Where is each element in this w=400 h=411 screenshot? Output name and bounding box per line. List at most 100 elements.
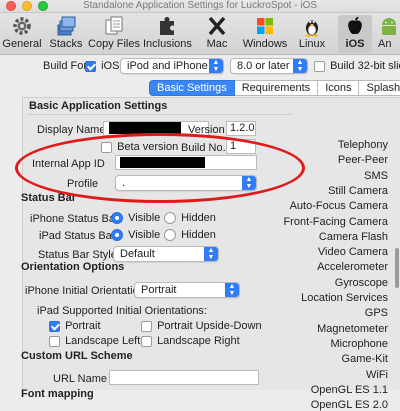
landscape-right-checkbox[interactable] [141, 335, 152, 347]
iphone-initial-orientation-select[interactable]: Portrait ▲ ▼ [134, 282, 240, 298]
toolbar-linux[interactable]: Linux [296, 15, 328, 53]
window-title: Standalone Application Settings for Luck… [82, 0, 318, 11]
profile-label: Profile [67, 178, 99, 190]
beta-version-checkbox[interactable] [101, 141, 112, 153]
landscape-left-checkbox[interactable] [49, 335, 60, 347]
tab-icons[interactable]: Icons [318, 80, 360, 96]
hidden-label: Hidden [181, 229, 216, 242]
landscape-right-option[interactable]: Landscape Right [141, 335, 240, 347]
capability-label: Gyroscope [334, 277, 388, 289]
toolbar-mac[interactable]: Mac [202, 15, 232, 53]
gear-icon [13, 17, 31, 35]
status-bar-style-select[interactable]: Default ▲ ▼ [113, 246, 219, 262]
visible-label: Visible [128, 212, 161, 225]
tab-requirements[interactable]: Requirements [234, 80, 319, 96]
build-no-field[interactable]: 1 [226, 139, 256, 154]
tab-basic-settings[interactable]: Basic Settings [149, 80, 235, 96]
toolbar-inclusions-label: Inclusions [143, 38, 192, 50]
version-field[interactable]: 1.2.0 [226, 121, 256, 136]
landscape-right-label: Landscape Right [157, 335, 240, 348]
toolbar-copy-files[interactable]: Copy Files [88, 15, 140, 53]
toolbar-stacks[interactable]: Stacks [48, 15, 84, 53]
capability-label: OpenGL ES 2.0 [310, 399, 388, 411]
capability-label: Location Services [301, 292, 388, 304]
toolbar-general-label: General [2, 38, 42, 50]
toolbar-inclusions[interactable]: Inclusions [143, 15, 192, 53]
iphone-initial-orientation-value: Portrait [141, 284, 177, 296]
capability-label: Still Camera [328, 185, 388, 197]
toolbar: General Stacks Copy Files Inclusions Mac [0, 13, 400, 55]
iphone-initial-orientation-label: iPhone Initial Orientation [25, 285, 145, 297]
iphone-status-visible-radio[interactable] [111, 212, 123, 225]
tab-splash[interactable]: Splash [359, 80, 400, 96]
select-arrows-icon: ▲ ▼ [209, 59, 223, 73]
toolbar-linux-label: Linux [298, 38, 326, 50]
url-name-field[interactable] [109, 370, 259, 385]
build-32bit-wrap[interactable]: Build 32-bit slice [314, 60, 400, 72]
min-ios-version-select[interactable]: 8.0 or later ▲ ▼ [230, 58, 308, 74]
build-32bit-label: Build 32-bit slice [330, 60, 400, 73]
divider [27, 114, 292, 115]
windows-logo-icon [257, 18, 273, 34]
portrait-upside-down-option[interactable]: Portrait Upside-Down [141, 320, 262, 332]
scrollbar-thumb[interactable] [395, 248, 399, 288]
toolbar-general[interactable]: General [2, 15, 42, 53]
status-bar-heading: Status Bar [21, 192, 77, 204]
toolbar-copy-files-label: Copy Files [88, 38, 140, 50]
device-family-select[interactable]: iPod and iPhone ▲ ▼ [120, 58, 224, 74]
min-ios-version-value: 8.0 or later [237, 60, 290, 72]
toolbar-stacks-label: Stacks [49, 38, 83, 50]
ios-checkbox[interactable] [85, 60, 96, 72]
landscape-left-label: Landscape Left [65, 335, 141, 348]
copy-files-icon [105, 16, 123, 35]
portrait-label: Portrait [65, 320, 101, 333]
title-bar: Standalone Application Settings for Luck… [0, 0, 400, 13]
hidden-label: Hidden [181, 212, 216, 225]
android-icon [382, 18, 396, 35]
toolbar-windows[interactable]: Windows [242, 15, 288, 53]
ios-checkbox-label: iOS [101, 60, 120, 73]
select-arrows-icon: ▲ ▼ [293, 59, 307, 73]
settings-panel: Basic Application Settings Display Name … [21, 97, 400, 411]
ipad-status-hidden-radio[interactable] [164, 229, 176, 242]
orientation-heading: Orientation Options [21, 261, 125, 273]
portrait-upside-down-checkbox[interactable] [141, 320, 152, 332]
capability-label: Game-Kit [341, 353, 388, 365]
capability-label: GPS [364, 307, 388, 319]
ipad-status-hidden[interactable]: Hidden [164, 229, 216, 242]
build-32bit-checkbox[interactable] [314, 60, 325, 72]
toolbar-mac-label: Mac [206, 38, 228, 50]
capability-label: Front-Facing Camera [283, 216, 388, 228]
iphone-status-hidden-radio[interactable] [164, 212, 176, 225]
toolbar-ios[interactable]: iOS [338, 15, 372, 53]
display-name-label: Display Name [37, 124, 106, 136]
capability-label: Camera Flash [318, 231, 388, 243]
ios-checkbox-wrap[interactable]: iOS [85, 60, 119, 72]
iphone-status-visible[interactable]: Visible [111, 212, 161, 225]
iphone-status-hidden[interactable]: Hidden [164, 212, 216, 225]
status-bar-style-label: Status Bar Style [38, 249, 117, 261]
visible-label: Visible [128, 229, 161, 242]
device-family-value: iPod and iPhone [127, 60, 208, 72]
beta-version-wrap[interactable]: Beta version [101, 141, 178, 153]
ipad-status-visible[interactable]: Visible [111, 229, 161, 242]
toolbar-ios-label: iOS [345, 38, 365, 50]
puzzle-icon [160, 17, 174, 35]
stacks-icon [57, 16, 76, 36]
capability-label: OpenGL ES 1.1 [310, 384, 388, 396]
profile-select[interactable]: . ▲ ▼ [115, 175, 257, 191]
select-arrows-icon: ▲ ▼ [242, 176, 256, 190]
capability-label: Magnetometer [317, 323, 388, 335]
ipad-status-visible-radio[interactable] [111, 229, 123, 242]
settings-tabs: Basic Settings Requirements Icons Splash [149, 80, 400, 96]
internal-app-id-label: Internal App ID [32, 158, 105, 170]
version-label: Version [188, 124, 225, 136]
toolbar-android[interactable]: An [378, 15, 400, 53]
portrait-option[interactable]: Portrait [49, 320, 101, 332]
mac-x-icon [208, 16, 226, 36]
tux-icon [306, 20, 318, 37]
landscape-left-option[interactable]: Landscape Left [49, 335, 140, 347]
portrait-checkbox[interactable] [49, 320, 60, 332]
capability-label: Peer-Peer [337, 154, 388, 166]
status-bar-style-value: Default [120, 248, 155, 260]
